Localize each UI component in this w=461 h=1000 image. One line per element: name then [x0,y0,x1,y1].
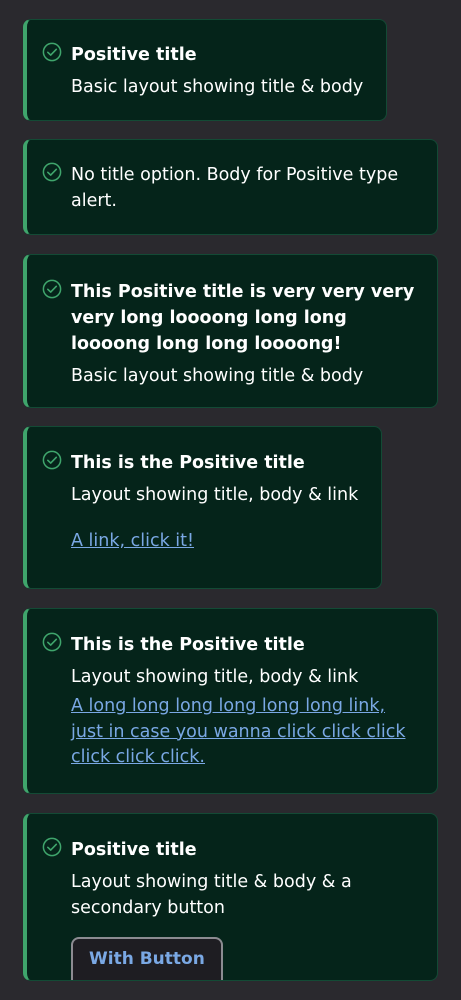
check-circle-icon [42,837,62,857]
alert-title: This is the Positive title [71,635,305,655]
alert-title: Positive title [71,840,197,860]
positive-alert: Positive title Basic layout showing titl… [23,19,387,121]
alert-link[interactable]: A long long long long long long link, ju… [71,694,421,771]
positive-alert: This Positive title is very very very ve… [23,254,438,408]
alert-link[interactable]: A link, click it! [71,529,365,555]
alert-body: Basic layout showing title & body [71,366,364,386]
alert-body: No title option. Body for Positive type … [71,165,399,211]
check-circle-icon [42,42,62,62]
check-circle-icon [42,450,62,470]
check-circle-icon [42,162,62,182]
alert-title: This is the Positive title [71,453,305,473]
alert-title: Positive title [71,45,197,65]
positive-alert: This is the Positive title Layout showin… [23,426,382,589]
alert-body: Layout showing title, body & link [71,667,359,687]
alert-title: This Positive title is very very very ve… [71,282,415,354]
positive-alert: Positive title Layout showing title & bo… [23,813,438,981]
check-circle-icon [42,279,62,299]
with-button[interactable]: With Button [71,937,223,980]
alert-body: Basic layout showing title & body [71,77,364,97]
positive-alert: No title option. Body for Positive type … [23,139,438,235]
check-circle-icon [42,632,62,652]
alert-body: Layout showing title, body & link [71,485,359,505]
alert-body: Layout showing title & body & a secondar… [71,872,352,918]
positive-alert: This is the Positive title Layout showin… [23,608,438,794]
